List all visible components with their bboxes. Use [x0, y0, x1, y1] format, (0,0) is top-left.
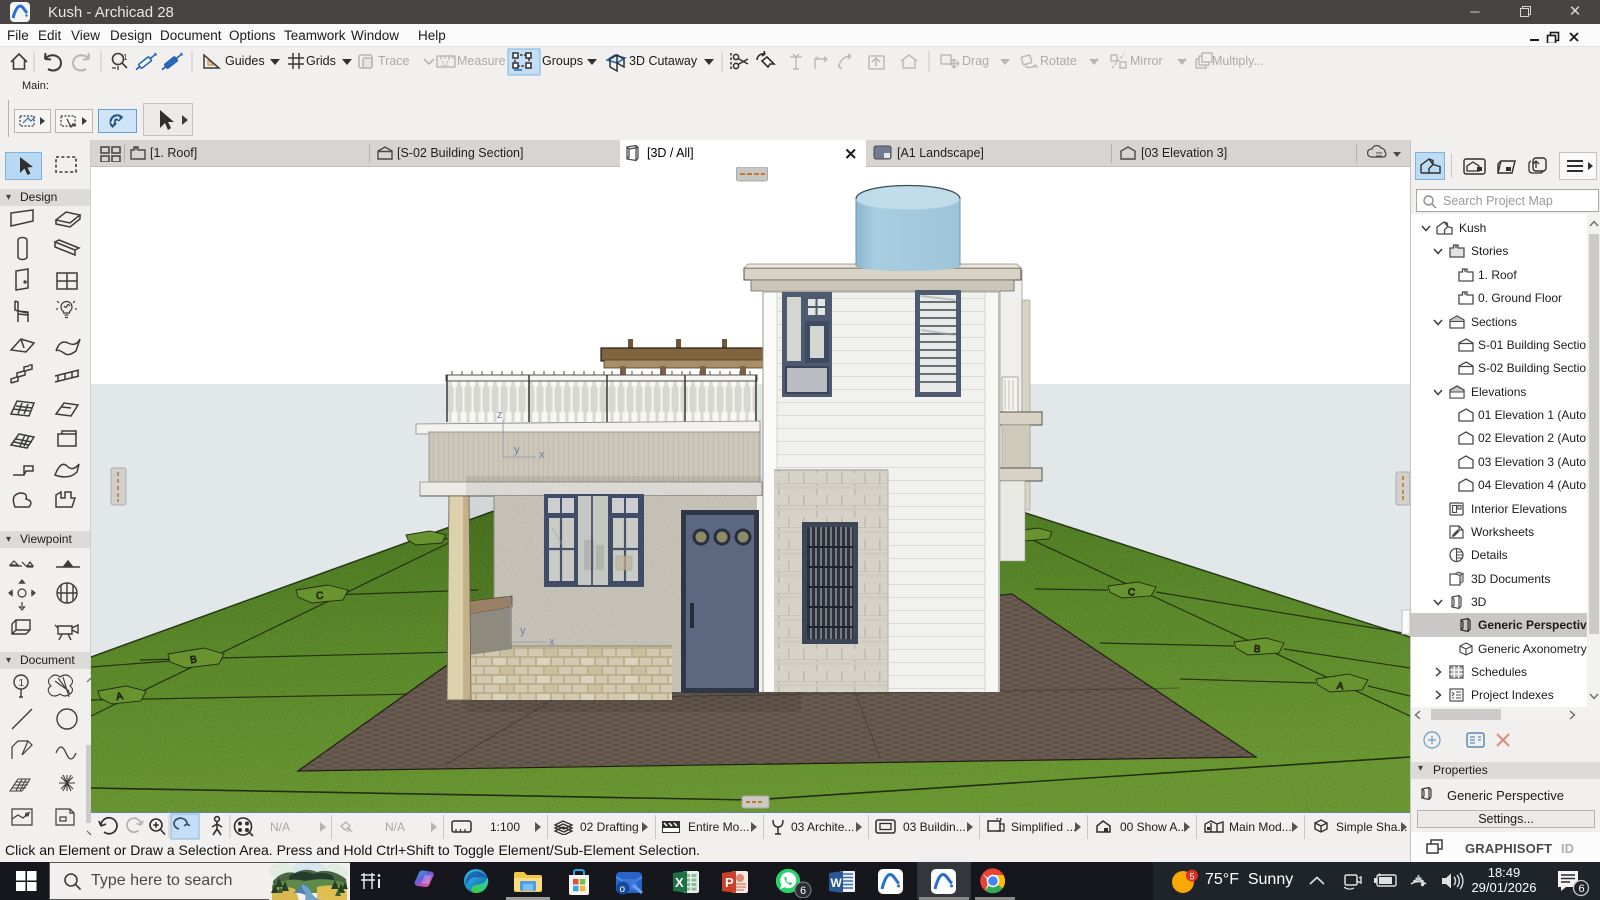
svg-text:C: C	[1127, 587, 1136, 599]
svg-text:1: 1	[123, 53, 128, 62]
svg-text:y: y	[520, 625, 526, 637]
svg-text:x: x	[539, 449, 545, 461]
svg-text:5: 5	[1190, 872, 1195, 882]
svg-text:x: x	[549, 636, 555, 648]
svg-text:X: X	[675, 875, 684, 890]
svg-text:6: 6	[800, 885, 806, 897]
svg-text:C: C	[315, 590, 324, 602]
svg-text:12: 12	[441, 61, 449, 68]
svg-text:W: W	[831, 876, 843, 890]
svg-text:o: o	[620, 884, 626, 895]
svg-text:6: 6	[1579, 883, 1585, 895]
svg-text:1: 1	[19, 678, 25, 689]
svg-text:z: z	[505, 593, 511, 605]
svg-text:P: P	[725, 875, 734, 890]
svg-text:y: y	[514, 444, 520, 456]
svg-text:z: z	[497, 409, 503, 421]
